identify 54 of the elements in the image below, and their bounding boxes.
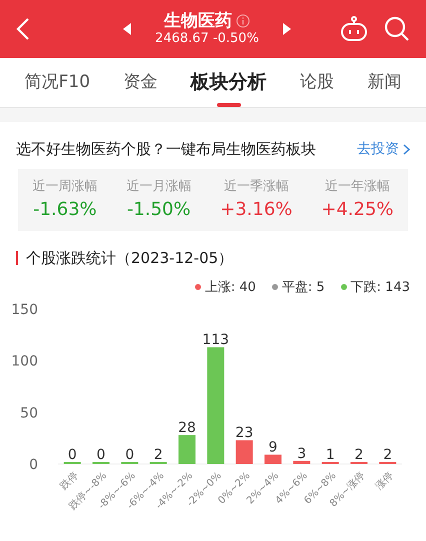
y-tick-label: 50 (20, 405, 38, 422)
info-icon[interactable] (236, 14, 250, 28)
period-label: 近一月涨幅 (126, 178, 192, 196)
tab[interactable]: 板块分析 (184, 58, 273, 106)
period-change: +4.25% (321, 198, 394, 222)
invest-link[interactable]: 去投资 (357, 138, 410, 160)
bar (264, 454, 282, 464)
bar-value: 2 (154, 446, 163, 463)
bar-value: 0 (68, 447, 77, 463)
robot-icon[interactable] (340, 16, 368, 42)
legend-label: 下跌: 143 (350, 278, 410, 296)
tab[interactable]: 新闻 (361, 58, 408, 106)
bar-value: 1 (326, 447, 335, 463)
period-label: 近一年涨幅 (324, 178, 391, 196)
bar (178, 435, 196, 464)
bar-value: 23 (235, 425, 254, 442)
bar-value: 2 (354, 446, 364, 463)
y-tick-label: 100 (11, 354, 38, 370)
tab[interactable]: 资金 (117, 58, 164, 106)
y-tick-label: 0 (29, 457, 38, 473)
stats-title: 个股涨跌统计（2023-12-05） (26, 248, 234, 269)
period-label: 近一季涨幅 (222, 178, 290, 196)
bar-value: 113 (202, 332, 230, 348)
chevron-icon[interactable] (403, 144, 410, 155)
bar (236, 440, 253, 464)
tab[interactable]: 简况F10 (18, 58, 96, 106)
header-title: 生物医药 (164, 11, 232, 31)
bar-value: 3 (297, 446, 306, 462)
period-change: -1.50% (126, 198, 192, 222)
previous-icon[interactable] (123, 23, 132, 35)
period-change: -1.63% (32, 198, 98, 222)
tab[interactable]: 论股 (294, 58, 340, 106)
bar-value: 28 (178, 420, 196, 436)
x-tick-label: 跌停 (58, 470, 80, 492)
search-icon[interactable] (384, 16, 410, 42)
bar (350, 462, 368, 464)
bar-value: 0 (125, 447, 134, 463)
title-marker (16, 251, 18, 266)
bar (379, 462, 396, 464)
y-tick-label: 150 (11, 302, 38, 318)
legend-label: 平盘: 5 (282, 278, 325, 296)
index-quote: 2468.67 -0.50% (155, 31, 259, 47)
bar-value: 9 (268, 440, 278, 456)
period-change: +3.16% (220, 198, 292, 222)
bar-value: 0 (96, 447, 106, 463)
promo-text: 选不好生物医药个股？一键布局生物医药板块 (16, 139, 316, 160)
back-icon[interactable] (16, 17, 30, 41)
x-tick-label: 涨停 (374, 470, 396, 492)
bar-value: 2 (383, 446, 392, 463)
bar (293, 460, 310, 464)
bar (150, 462, 167, 464)
legend-label: 上涨: 40 (204, 278, 256, 296)
period-label: 近一周涨幅 (32, 178, 98, 196)
next-icon[interactable] (282, 23, 291, 35)
